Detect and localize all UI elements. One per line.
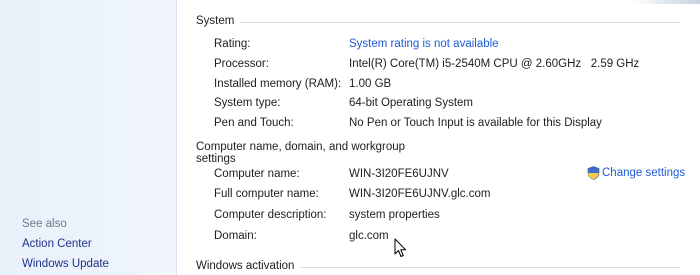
section-divider — [240, 21, 680, 23]
domain-value: glc.com — [349, 230, 389, 242]
full-computer-name-label: Full computer name: — [214, 188, 319, 200]
memory-label: Installed memory (RAM): — [214, 78, 342, 90]
section-divider — [300, 266, 680, 268]
top-divider — [630, 0, 700, 4]
change-settings-button[interactable]: Change settings — [587, 166, 685, 180]
computer-description-value: system properties — [349, 209, 440, 221]
activation-section-header: Windows activation — [196, 258, 680, 274]
windows-update-link[interactable]: Windows Update — [22, 258, 109, 270]
see-also-heading: See also — [22, 218, 67, 230]
domain-label: Domain: — [214, 230, 257, 242]
system-type-label: System type: — [214, 97, 281, 109]
system-section-header: System — [196, 13, 680, 29]
rating-label: Rating: — [214, 38, 251, 50]
activation-heading: Windows activation — [196, 260, 295, 272]
change-settings-label: Change settings — [602, 167, 686, 179]
pen-touch-label: Pen and Touch: — [214, 117, 294, 129]
system-heading: System — [196, 15, 235, 27]
system-type-value: 64-bit Operating System — [349, 97, 474, 109]
memory-value: 1.00 GB — [349, 78, 392, 90]
computer-section-header: Computer name, domain, and workgroup set… — [196, 141, 436, 165]
computer-name-value: WIN-3I20FE6UJNV — [349, 168, 449, 180]
system-rating-link[interactable]: System rating is not available — [349, 38, 499, 50]
action-center-link[interactable]: Action Center — [22, 238, 92, 250]
full-computer-name-value: WIN-3I20FE6UJNV.glc.com — [349, 188, 491, 200]
processor-label: Processor: — [214, 58, 269, 70]
uac-shield-icon — [587, 166, 600, 180]
computer-heading: Computer name, domain, and workgroup set… — [196, 141, 406, 165]
mouse-cursor-icon — [394, 238, 406, 257]
pen-touch-value: No Pen or Touch Input is available for t… — [349, 117, 602, 129]
processor-value: Intel(R) Core(TM) i5-2540M CPU @ 2.60GHz… — [349, 58, 640, 70]
left-pane: See also Action Center Windows Update — [0, 0, 177, 275]
computer-description-label: Computer description: — [214, 209, 327, 221]
computer-name-label: Computer name: — [214, 168, 300, 180]
